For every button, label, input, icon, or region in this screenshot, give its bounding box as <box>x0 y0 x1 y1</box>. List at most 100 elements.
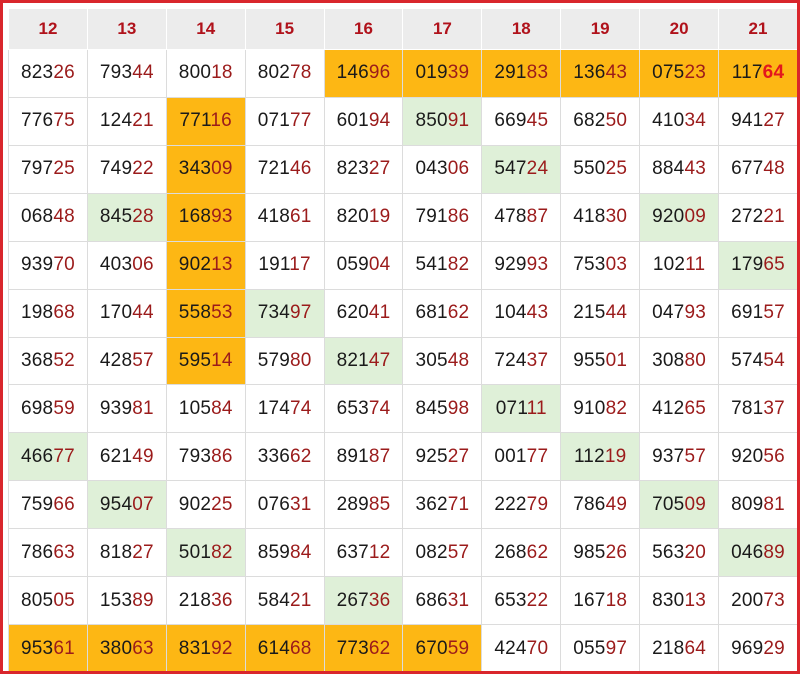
number-tail-digits: 52 <box>53 349 75 371</box>
number-tail-digits: 44 <box>132 62 154 84</box>
number-cell: 92993 <box>481 240 562 290</box>
number-tail-digits: 09 <box>684 206 706 228</box>
number-cell: 77362 <box>323 624 404 671</box>
number-head-digits: 466 <box>21 445 54 467</box>
number-head-digits: 682 <box>573 110 606 132</box>
number-head-digits: 170 <box>99 302 133 324</box>
number-tail-digits: 21 <box>290 589 312 611</box>
number-cell: 59514 <box>165 336 246 386</box>
number-head-digits: 910 <box>573 397 606 419</box>
number-cell: 41830 <box>560 192 641 242</box>
number-head-digits: 753 <box>573 254 606 276</box>
number-head-digits: 773 <box>336 637 369 659</box>
number-cell: 69157 <box>718 288 797 338</box>
number-head-digits: 793 <box>99 62 133 84</box>
number-tail-digits: 06 <box>132 254 154 276</box>
number-head-digits: 955 <box>573 349 606 371</box>
number-tail-digits: 34 <box>684 110 706 132</box>
number-tail-digits: 98 <box>447 397 470 419</box>
number-cell: 07631 <box>244 480 325 530</box>
number-tail-digits: 25 <box>211 493 233 515</box>
number-head-digits: 637 <box>336 541 369 563</box>
number-head-digits: 218 <box>652 637 685 659</box>
number-head-digits: 478 <box>494 206 527 228</box>
number-cell: 69859 <box>8 384 88 434</box>
number-head-digits: 786 <box>573 493 606 515</box>
number-cell: 21836 <box>165 576 246 626</box>
number-tail-digits: 57 <box>763 302 785 324</box>
number-tail-digits: 14 <box>211 349 233 371</box>
number-tail-digits: 03 <box>605 254 628 276</box>
number-cell: 11219 <box>560 432 641 482</box>
number-cell: 67748 <box>718 144 797 194</box>
number-cell: 28985 <box>323 480 404 530</box>
results-table: 12 13 14 15 16 17 18 19 20 21 82326 79344… <box>8 8 797 671</box>
number-cell: 62041 <box>323 288 404 338</box>
number-head-digits: 082 <box>415 541 448 563</box>
number-tail-digits: 44 <box>132 302 154 324</box>
number-cell: 65322 <box>481 576 562 626</box>
number-cell: 26862 <box>481 528 562 578</box>
number-head-digits: 669 <box>494 110 527 132</box>
number-cell: 79344 <box>86 49 167 98</box>
number-cell: 10443 <box>481 288 562 338</box>
number-head-digits: 112 <box>573 445 605 467</box>
number-head-digits: 218 <box>178 589 212 611</box>
number-cell: 68162 <box>402 288 483 338</box>
number-cell: 08257 <box>402 528 483 578</box>
number-tail-digits: 97 <box>290 302 312 324</box>
number-tail-digits: 48 <box>53 206 75 228</box>
number-head-digits: 831 <box>178 637 212 659</box>
table-row: 78663 81827 50182 85984 63712 08257 26862 98526… <box>8 528 797 578</box>
number-tail-digits: 57 <box>684 445 706 467</box>
number-cell: 80981 <box>718 480 797 530</box>
number-head-digits: 368 <box>21 349 54 371</box>
column-header: 16 <box>323 8 404 50</box>
number-cell: 10584 <box>165 384 246 434</box>
column-header: 21 <box>718 8 797 50</box>
number-head-digits: 823 <box>336 158 369 180</box>
number-tail-digits: 25 <box>53 158 75 180</box>
number-tail-digits: 01 <box>605 349 628 371</box>
number-cell: 27221 <box>718 192 797 242</box>
number-head-digits: 343 <box>178 158 212 180</box>
number-cell: 83013 <box>639 576 720 626</box>
number-cell: 21544 <box>560 288 641 338</box>
number-cell: 41034 <box>639 96 720 146</box>
number-tail-digits: 93 <box>211 206 233 228</box>
number-cell: 82326 <box>8 49 88 98</box>
number-cell: 55025 <box>560 144 641 194</box>
number-head-digits: 850 <box>415 110 448 132</box>
number-tail-digits: 87 <box>526 206 549 228</box>
number-head-digits: 001 <box>494 445 527 467</box>
number-tail-digits: 18 <box>211 62 233 84</box>
table-row: 95361 38063 83192 61468 77362 67059 42470 05597… <box>8 624 797 671</box>
number-tail-digits: 64 <box>684 637 706 659</box>
number-cell: 33662 <box>244 432 325 482</box>
number-tail-digits: 74 <box>368 397 391 419</box>
number-head-digits: 937 <box>652 445 685 467</box>
number-tail-digits: 31 <box>290 493 312 515</box>
number-tail-digits: 47 <box>368 349 391 371</box>
number-cell: 22279 <box>481 480 562 530</box>
number-cell: 42470 <box>481 624 562 671</box>
number-cell: 05597 <box>560 624 641 671</box>
number-cell: 13643 <box>560 49 641 98</box>
number-tail-digits: 43 <box>605 62 628 84</box>
number-head-digits: 541 <box>415 254 448 276</box>
number-tail-digits: 84 <box>211 397 233 419</box>
number-tail-digits: 19 <box>604 445 627 467</box>
number-cell: 68631 <box>402 576 483 626</box>
number-tail-digits: 86 <box>211 445 233 467</box>
number-head-digits: 168 <box>178 206 212 228</box>
number-tail-digits: 94 <box>368 110 391 132</box>
number-cell: 74922 <box>86 144 167 194</box>
number-cell: 88443 <box>639 144 720 194</box>
number-tail-digits: 59 <box>447 637 470 659</box>
number-head-digits: 902 <box>178 254 212 276</box>
number-cell: 30548 <box>402 336 483 386</box>
number-head-digits: 267 <box>336 589 369 611</box>
number-cell: 55853 <box>165 288 246 338</box>
number-tail-digits: 75 <box>53 110 75 132</box>
number-cell: 60194 <box>323 96 404 146</box>
